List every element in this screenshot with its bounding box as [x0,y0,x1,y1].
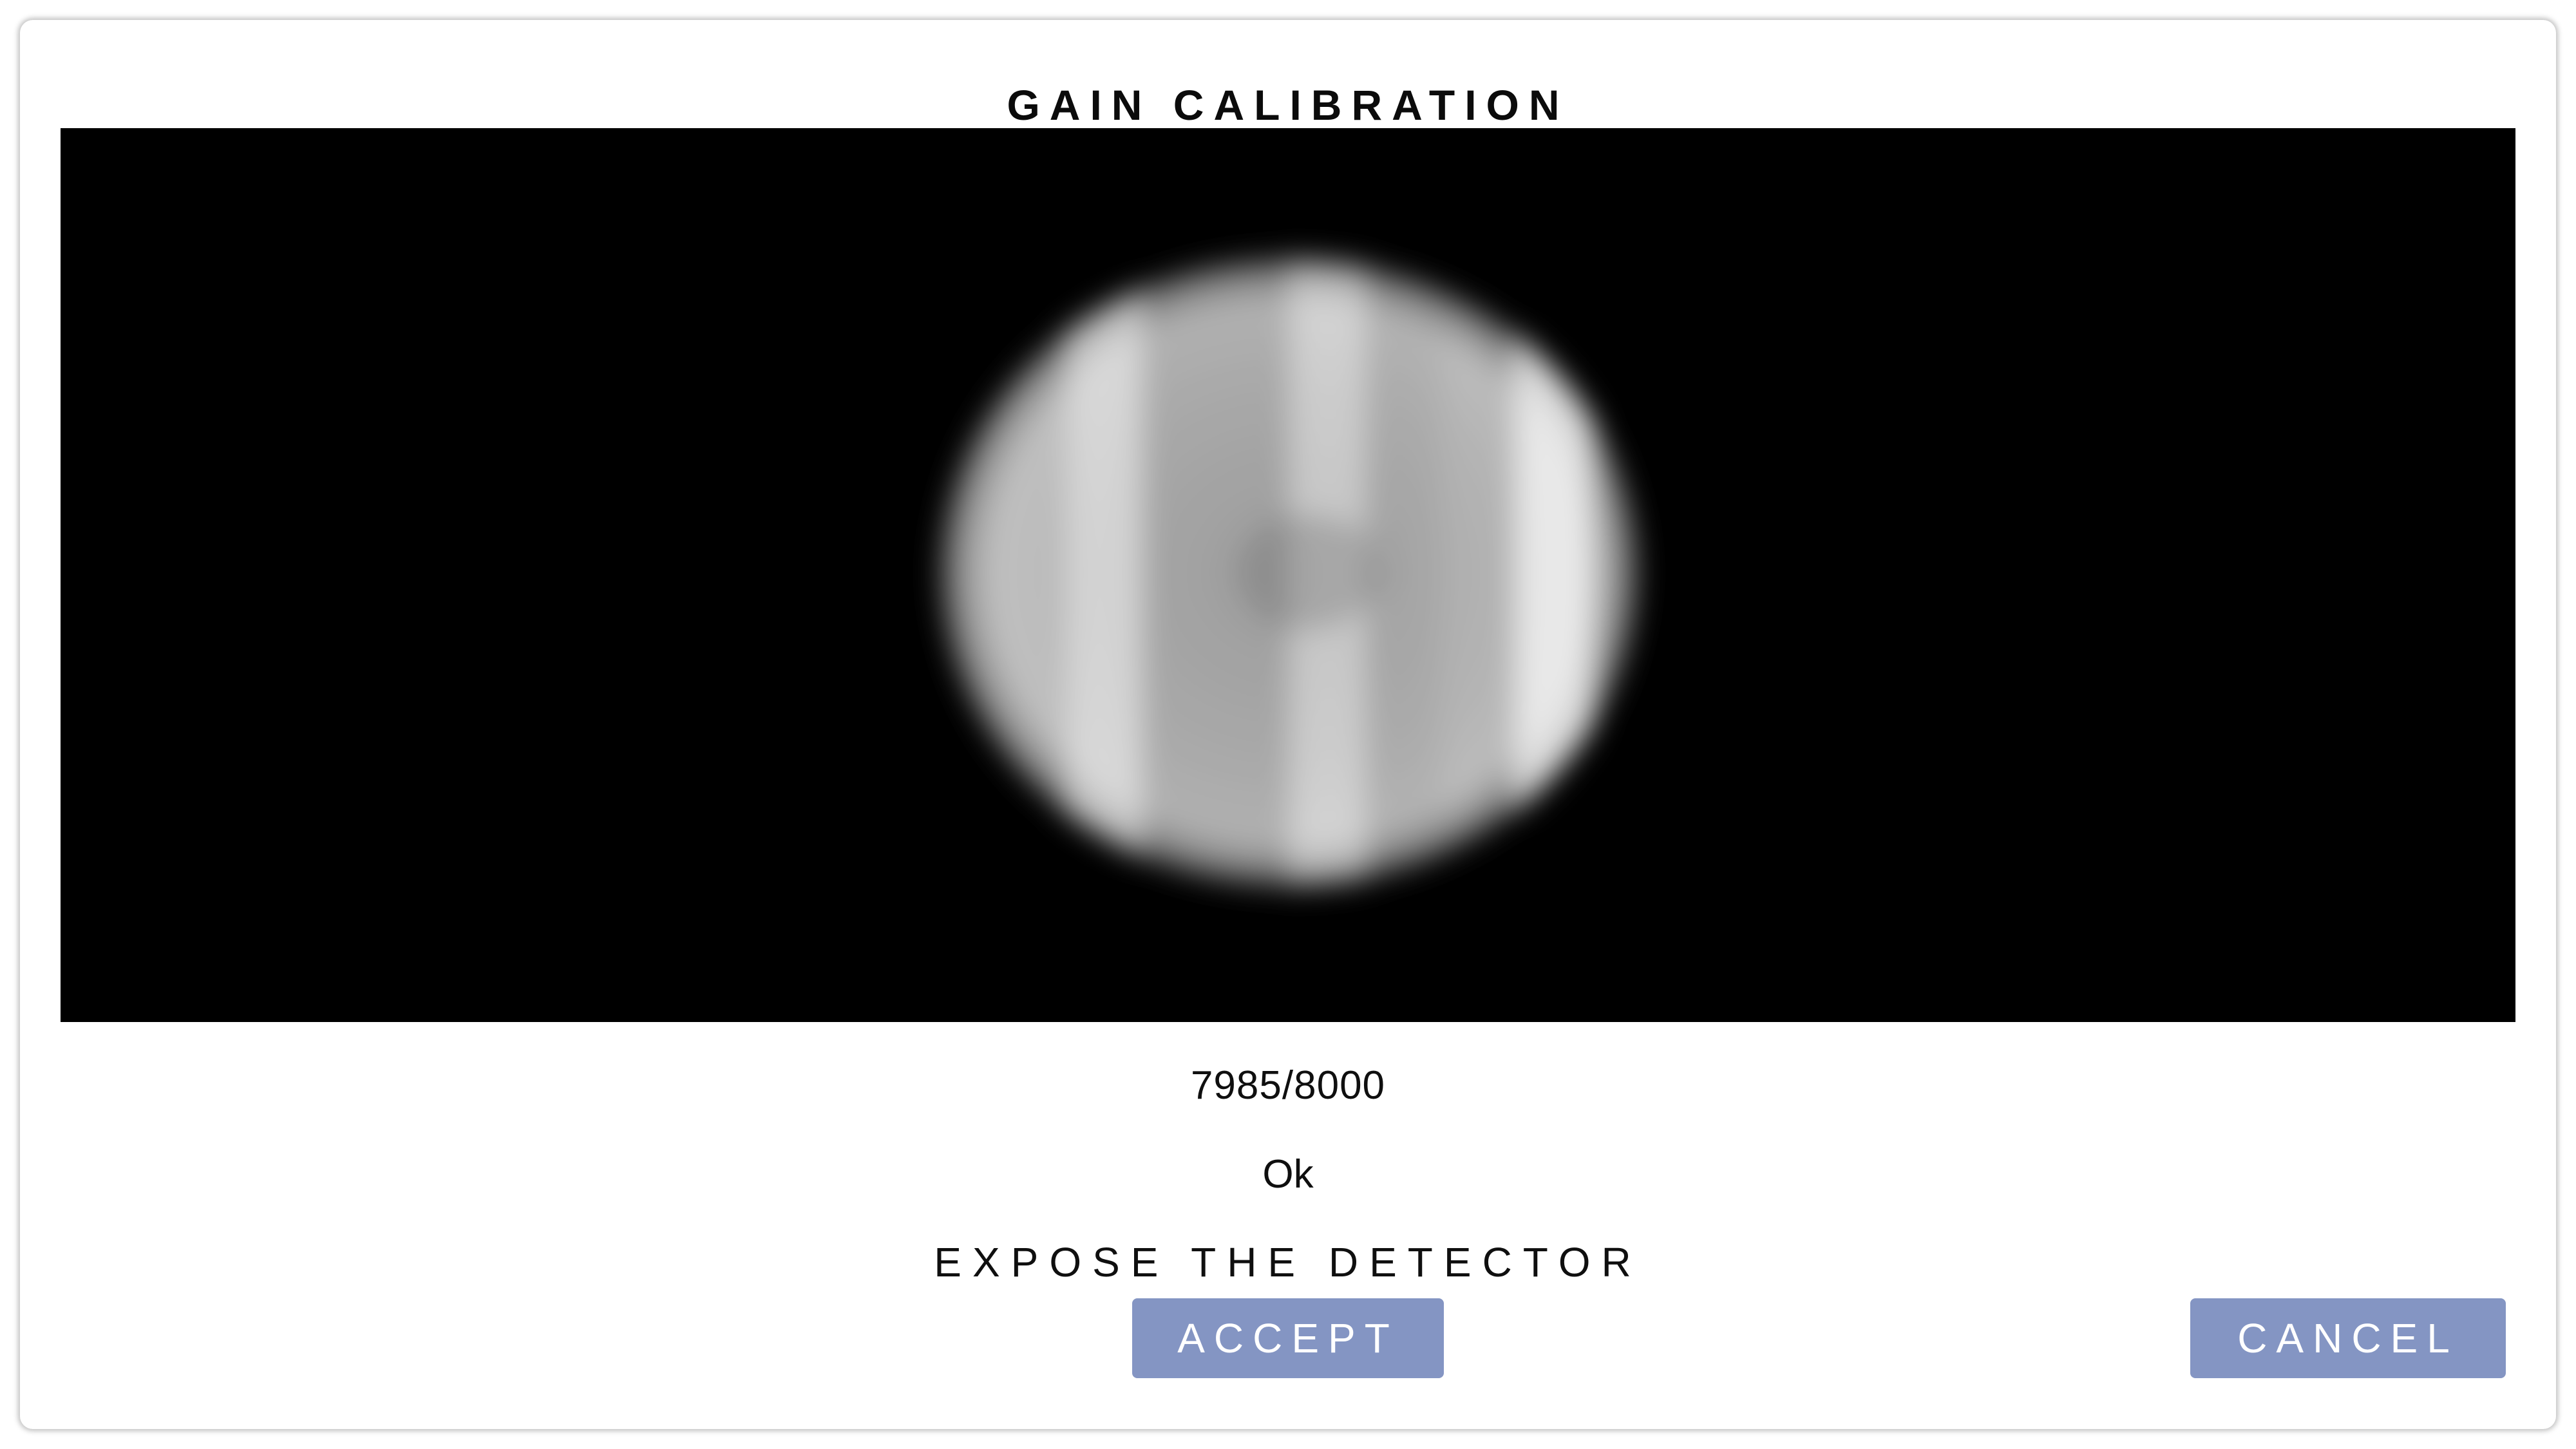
instruction-text: EXPOSE THE DETECTOR [934,1239,1642,1285]
status-result: Ok [1262,1152,1314,1197]
dialog-title: GAIN CALIBRATION [1007,81,1569,129]
detector-flat-field-icon [61,128,2515,1022]
cancel-button[interactable]: CANCEL [2190,1298,2506,1378]
progress-counter: 7985/8000 [1190,1063,1386,1108]
accept-button[interactable]: ACCEPT [1132,1298,1444,1378]
gain-calibration-dialog: GAIN CALIBRATION 7985/8000 Ok EXPOSE THE… [20,20,2556,1429]
detector-image [61,128,2515,1022]
